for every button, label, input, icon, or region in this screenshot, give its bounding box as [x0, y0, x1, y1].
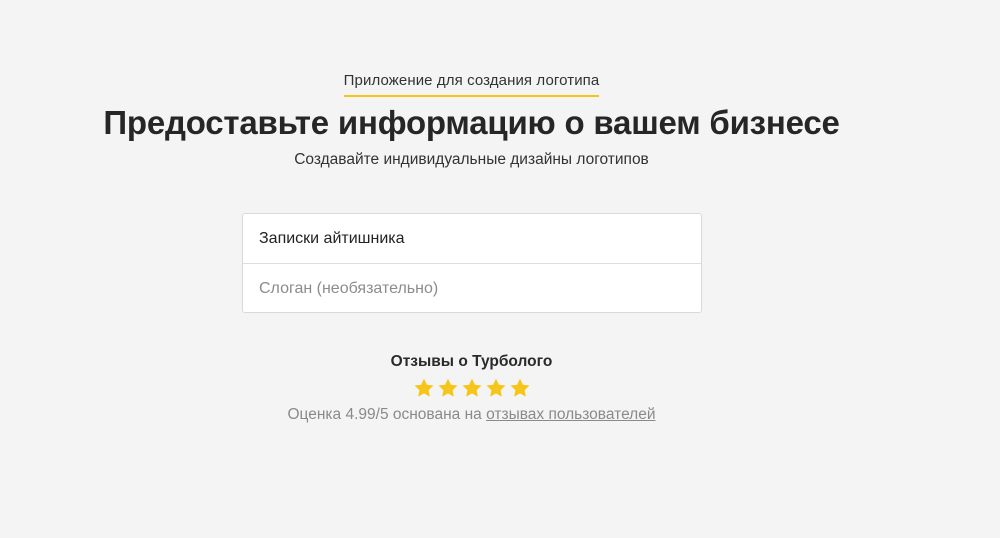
star-icon [437, 377, 459, 399]
slogan-input[interactable] [243, 264, 701, 313]
business-info-form [242, 213, 702, 313]
eyebrow-label: Приложение для создания логотипа [343, 72, 600, 97]
star-icon [413, 377, 435, 399]
star-icon [509, 377, 531, 399]
reviews-title: Отзывы о Турболого [390, 353, 553, 370]
eyebrow-wrap: Приложение для создания логотипа [0, 72, 943, 97]
page-title: Предоставьте информацию о вашем бизнесе [103, 104, 840, 141]
page-subtitle: Создавайте индивидуальные дизайны логоти… [294, 151, 649, 168]
business-name-input[interactable] [243, 214, 701, 263]
star-icon [485, 377, 507, 399]
rating-text: Оценка 4.99/5 основана на [287, 406, 482, 423]
star-icon [461, 377, 483, 399]
rating-stars [0, 377, 943, 399]
user-reviews-link[interactable]: отзывах пользователей [486, 406, 655, 423]
rating-summary: Оценка 4.99/5 основана на отзывах пользо… [0, 406, 943, 424]
page: Приложение для создания логотипа Предост… [0, 0, 1000, 538]
